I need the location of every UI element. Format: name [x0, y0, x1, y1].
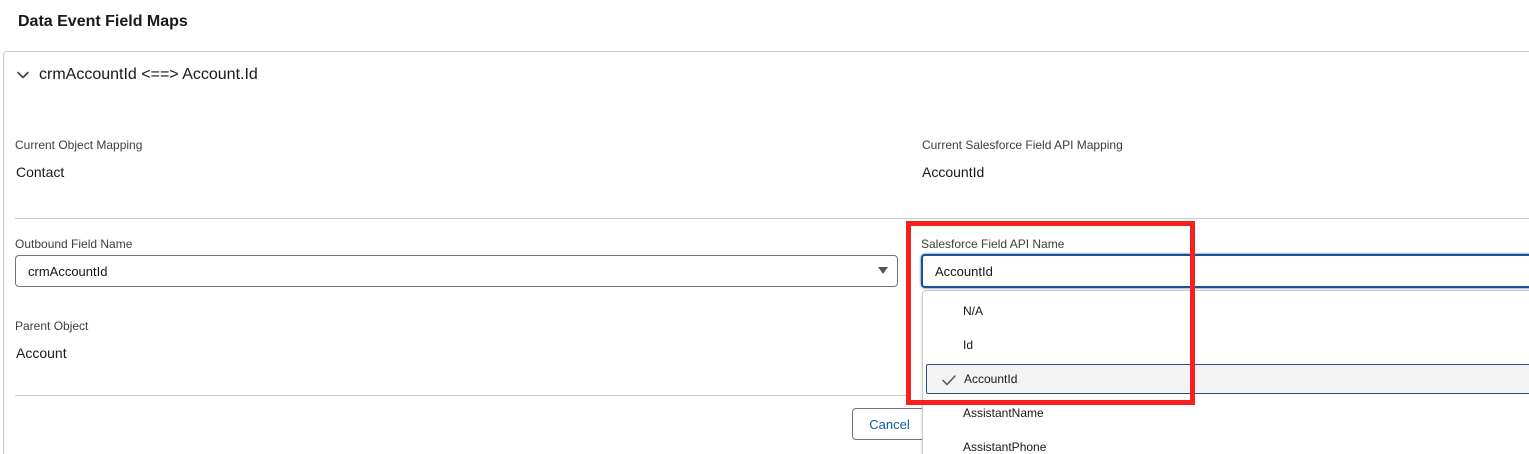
option-label: AssistantPhone	[963, 440, 1047, 454]
salesforce-field-listbox: N/A Id AccountId AssistantName Assistant…	[922, 290, 1529, 454]
option-label: N/A	[963, 304, 984, 318]
accordion-header[interactable]: crmAccountId <==> Account.Id	[15, 64, 258, 86]
option-label: AssistantName	[963, 406, 1044, 420]
caret-down-icon	[878, 267, 888, 274]
salesforce-field-combobox[interactable]: AccountId	[921, 254, 1529, 288]
cancel-button[interactable]: Cancel	[852, 408, 927, 440]
check-icon	[941, 372, 957, 388]
outbound-field-label: Outbound Field Name	[15, 237, 133, 251]
current-object-mapping-label: Current Object Mapping	[15, 138, 143, 152]
accordion-title: crmAccountId <==> Account.Id	[39, 66, 258, 83]
page: Data Event Field Maps crmAccountId <==> …	[0, 0, 1529, 454]
salesforce-field-label: Salesforce Field API Name	[921, 237, 1065, 251]
section-divider	[15, 218, 1529, 219]
option-label: AccountId	[964, 372, 1018, 386]
parent-object-value: Account	[16, 345, 67, 361]
current-field-mapping-value: AccountId	[922, 164, 985, 180]
listbox-option-id[interactable]: Id	[926, 330, 1529, 360]
parent-object-label: Parent Object	[15, 319, 89, 333]
current-object-mapping-value: Contact	[16, 164, 65, 180]
page-title: Data Event Field Maps	[18, 13, 188, 30]
outbound-field-value: crmAccountId	[28, 263, 108, 279]
listbox-option-na[interactable]: N/A	[926, 296, 1529, 326]
salesforce-field-value: AccountId	[935, 263, 993, 279]
current-field-mapping-label: Current Salesforce Field API Mapping	[922, 138, 1123, 152]
footer-divider	[15, 395, 910, 396]
chevron-down-icon[interactable]	[15, 67, 31, 83]
option-label: Id	[963, 338, 974, 352]
listbox-option-accountid[interactable]: AccountId	[926, 364, 1529, 394]
outbound-field-select[interactable]: crmAccountId	[15, 255, 898, 287]
listbox-option-assistantname[interactable]: AssistantName	[926, 398, 1529, 428]
listbox-option-assistantphone[interactable]: AssistantPhone	[926, 432, 1529, 454]
